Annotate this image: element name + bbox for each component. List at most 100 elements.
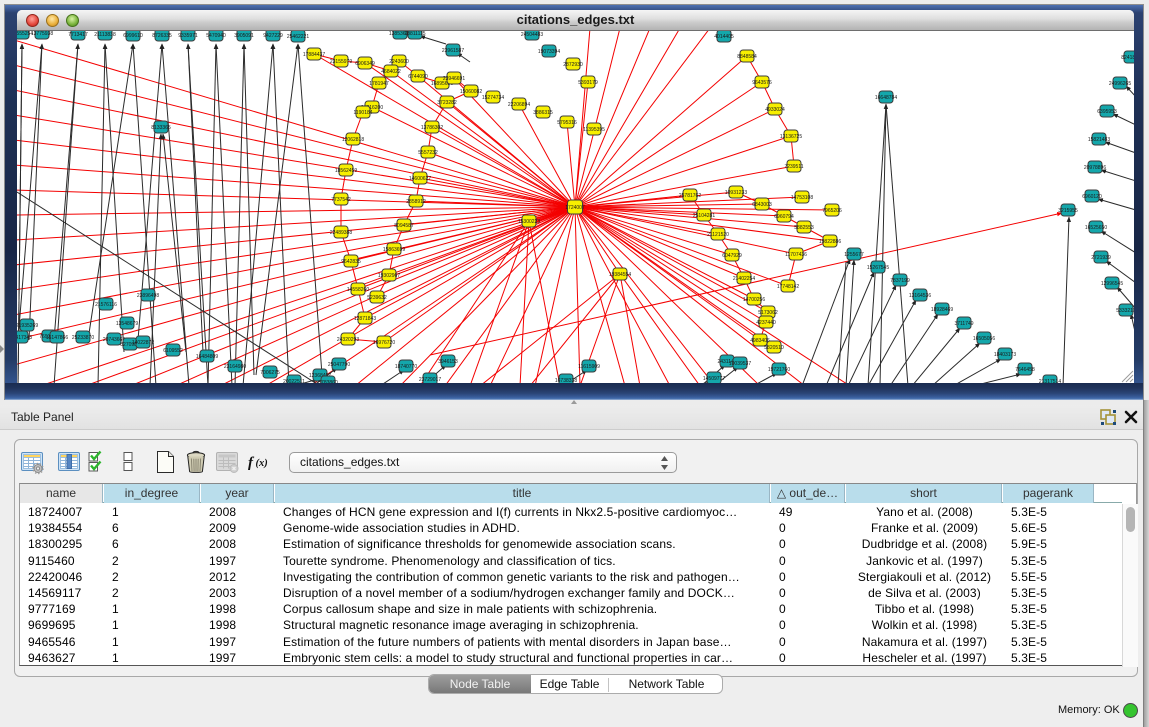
svg-text:(x): (x) bbox=[256, 458, 268, 469]
svg-text:13775938: 13775938 bbox=[31, 31, 53, 37]
svg-text:19302967: 19302967 bbox=[378, 273, 400, 279]
svg-text:6960794: 6960794 bbox=[774, 214, 794, 220]
svg-text:21402254: 21402254 bbox=[733, 276, 755, 282]
svg-text:21317514: 21317514 bbox=[1039, 379, 1061, 383]
svg-text:2721939: 2721939 bbox=[1091, 255, 1111, 261]
svg-text:23896498: 23896498 bbox=[137, 293, 159, 299]
svg-text:8094587: 8094587 bbox=[394, 223, 414, 229]
svg-text:14509777: 14509777 bbox=[703, 376, 725, 382]
svg-text:3905091: 3905091 bbox=[234, 33, 254, 39]
svg-text:2243600: 2243600 bbox=[389, 59, 409, 65]
svg-text:12996545: 12996545 bbox=[1101, 281, 1123, 287]
svg-text:25233870: 25233870 bbox=[72, 335, 94, 341]
svg-text:21576116: 21576116 bbox=[95, 302, 117, 308]
svg-text:6960120: 6960120 bbox=[1082, 194, 1102, 200]
svg-text:10931233: 10931233 bbox=[725, 190, 747, 196]
svg-text:4237440: 4237440 bbox=[756, 320, 776, 326]
svg-text:7713417: 7713417 bbox=[68, 32, 88, 38]
svg-text:25462221: 25462221 bbox=[287, 34, 309, 40]
svg-text:7006275: 7006275 bbox=[260, 370, 280, 376]
svg-text:6109552: 6109552 bbox=[163, 348, 183, 354]
svg-text:16648784: 16648784 bbox=[875, 95, 897, 101]
svg-text:15300223: 15300223 bbox=[518, 219, 540, 225]
svg-text:6843003: 6843003 bbox=[752, 202, 772, 208]
svg-text:5239632: 5239632 bbox=[367, 295, 387, 301]
svg-text:16505056: 16505056 bbox=[973, 336, 995, 342]
svg-text:11615909: 11615909 bbox=[578, 364, 600, 370]
svg-text:4684022: 4684022 bbox=[381, 69, 401, 75]
svg-text:7646458: 7646458 bbox=[1015, 367, 1035, 373]
svg-text:12062818: 12062818 bbox=[342, 137, 364, 143]
svg-text:6999610: 6999610 bbox=[123, 33, 143, 39]
svg-text:16738338: 16738338 bbox=[555, 378, 577, 383]
svg-text:16484809: 16484809 bbox=[196, 354, 218, 360]
svg-text:5820510: 5820510 bbox=[764, 345, 784, 351]
svg-text:8848584: 8848584 bbox=[737, 54, 757, 60]
svg-text:16976720: 16976720 bbox=[373, 340, 395, 346]
svg-text:15267545: 15267545 bbox=[867, 265, 889, 271]
svg-text:19822886: 19822886 bbox=[819, 239, 841, 245]
svg-text:6395953: 6395953 bbox=[1097, 109, 1117, 115]
svg-text:21935269: 21935269 bbox=[17, 323, 38, 329]
svg-text:14700256: 14700256 bbox=[743, 297, 765, 303]
svg-text:15060082: 15060082 bbox=[460, 89, 482, 95]
svg-text:4014405: 4014405 bbox=[714, 34, 734, 40]
svg-text:8133365: 8133365 bbox=[151, 125, 171, 131]
svg-text:17748142: 17748142 bbox=[777, 284, 799, 290]
svg-text:15147866: 15147866 bbox=[46, 335, 68, 341]
svg-text:18811115: 18811115 bbox=[404, 31, 425, 37]
svg-text:11395395: 11395395 bbox=[583, 127, 605, 133]
svg-text:24504483: 24504483 bbox=[521, 32, 543, 38]
svg-text:5882553: 5882553 bbox=[794, 225, 814, 231]
svg-text:25104281: 25104281 bbox=[693, 213, 715, 219]
svg-text:20022511: 20022511 bbox=[283, 379, 305, 383]
svg-text:16525650: 16525650 bbox=[1085, 225, 1107, 231]
svg-text:3711749: 3711749 bbox=[954, 321, 973, 327]
svg-text:1781947: 1781947 bbox=[369, 81, 389, 87]
svg-text:5173062: 5173062 bbox=[758, 310, 778, 316]
svg-text:23729017: 23729017 bbox=[419, 377, 441, 383]
svg-text:19384554: 19384554 bbox=[609, 272, 631, 278]
svg-text:3783860: 3783860 bbox=[318, 380, 338, 383]
svg-text:15821483: 15821483 bbox=[1088, 137, 1110, 143]
svg-text:4933024: 4933024 bbox=[765, 107, 785, 113]
svg-text:9427229: 9427229 bbox=[263, 33, 283, 39]
svg-text:15863699: 15863699 bbox=[383, 247, 405, 253]
svg-text:23155979: 23155979 bbox=[330, 59, 352, 65]
svg-text:14022872: 14022872 bbox=[132, 340, 154, 346]
svg-text:22206894: 22206894 bbox=[508, 102, 530, 108]
svg-text:6744090: 6744090 bbox=[408, 74, 428, 80]
svg-text:5795316: 5795316 bbox=[557, 120, 577, 126]
svg-text:7837199: 7837199 bbox=[890, 278, 910, 284]
svg-text:13136725: 13136725 bbox=[780, 134, 802, 140]
svg-text:3886315: 3886315 bbox=[533, 110, 553, 116]
svg-text:10039537: 10039537 bbox=[729, 361, 751, 367]
svg-text:23946691: 23946691 bbox=[443, 76, 465, 82]
svg-text:7965206: 7965206 bbox=[822, 208, 842, 214]
svg-text:13548679: 13548679 bbox=[116, 321, 138, 327]
svg-text:8241828: 8241828 bbox=[1121, 55, 1134, 61]
svg-text:20978896: 20978896 bbox=[1084, 165, 1106, 171]
svg-text:11707436: 11707436 bbox=[785, 252, 807, 258]
svg-text:23164980: 23164980 bbox=[224, 364, 246, 370]
svg-text:5557232: 5557232 bbox=[418, 150, 438, 156]
svg-text:6906349: 6906349 bbox=[355, 61, 375, 67]
svg-text:14558260: 14558260 bbox=[347, 287, 369, 293]
svg-text:6047929: 6047929 bbox=[722, 253, 742, 259]
svg-text:2858912: 2858912 bbox=[406, 199, 426, 205]
svg-text:5333210: 5333210 bbox=[1116, 308, 1134, 314]
svg-text:13164536: 13164536 bbox=[909, 293, 931, 299]
svg-text:24320293: 24320293 bbox=[337, 337, 359, 343]
svg-text:19073394: 19073394 bbox=[538, 49, 560, 55]
svg-text:17417343: 17417343 bbox=[17, 335, 32, 341]
svg-text:1255677: 1255677 bbox=[844, 252, 864, 258]
svg-text:5393179: 5393179 bbox=[578, 80, 598, 86]
svg-text:9643576: 9643576 bbox=[752, 80, 772, 86]
svg-text:5470940: 5470940 bbox=[206, 33, 226, 39]
svg-text:3946153: 3946153 bbox=[438, 359, 458, 365]
svg-text:18562459: 18562459 bbox=[335, 168, 357, 174]
svg-text:14600627: 14600627 bbox=[409, 176, 431, 182]
svg-text:7737542: 7737542 bbox=[331, 197, 351, 203]
svg-text:8726335: 8726335 bbox=[152, 33, 172, 39]
svg-text:3723282: 3723282 bbox=[437, 100, 457, 106]
